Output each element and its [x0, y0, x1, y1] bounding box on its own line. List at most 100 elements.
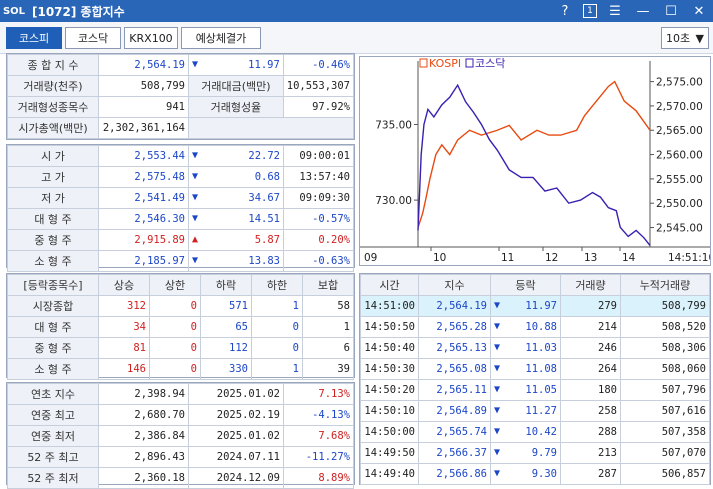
breadth-label: 대 형 주	[7, 316, 99, 338]
ticks-header: 등락	[490, 274, 561, 296]
tab-expected-price[interactable]: 예상체결가	[181, 27, 261, 49]
tick-row[interactable]: 14:50:40 2,565.13 ▼ 11.03 246 508,306	[360, 337, 710, 359]
price-row: 시 가 2,553.44 ▼ 22.72 09:00:01	[7, 145, 354, 167]
breadth-header: [등락종목수]	[7, 274, 99, 296]
price-value: 2,185.97	[98, 250, 189, 272]
intraday-chart: 735.00 730.00 2,575.00 2,570.00 2,565.00 2,56…	[359, 56, 713, 266]
yearly-row: 52 주 최저 2,360.18 2024.12.09 8.89%	[7, 467, 354, 489]
breadth-row: 대 형 주 34 0 65 0 1	[7, 316, 354, 338]
tick-row[interactable]: 14:49:40 2,566.86 ▼ 9.30 287 506,857	[360, 463, 710, 485]
tick-row[interactable]: 14:51:00 2,564.19 ▼ 11.97 279 508,799	[360, 295, 710, 317]
breadth-row: 시장종합 312 0 571 1 58	[7, 295, 354, 317]
tick-index: 2,565.28	[418, 316, 491, 338]
tick-volume: 288	[560, 421, 621, 443]
price-change: ▼ 14.51	[188, 208, 284, 230]
yearly-date: 2024.07.11	[188, 446, 284, 468]
breadth-panel: [등락종목수] 상승 상한 하락 하한 보합 시장종합 312 0 571 1 58 대 형 주 34 0 6…	[6, 273, 355, 380]
tab-krx100[interactable]: KRX100	[124, 27, 178, 49]
price-label: 대 형 주	[7, 208, 99, 230]
menu-icon[interactable]: ☰	[605, 2, 625, 20]
down-arrow-icon: ▼	[494, 426, 501, 437]
chevron-down-icon: ▼	[695, 31, 704, 45]
tick-cum-volume: 507,070	[620, 442, 710, 464]
declining-count: 112	[200, 337, 252, 359]
right-tick-label: 2,575.00	[656, 77, 703, 89]
left-tick-label: 735.00	[375, 119, 412, 131]
yearly-rate: -11.27%	[283, 446, 354, 468]
price-change: ▼ 34.67	[188, 187, 284, 209]
tick-index: 2,565.08	[418, 358, 491, 380]
tick-row[interactable]: 14:49:50 2,566.37 ▼ 9.79 213 507,070	[360, 442, 710, 464]
tick-row[interactable]: 14:50:30 2,565.08 ▼ 11.08 264 508,060	[360, 358, 710, 380]
chart-svg: 735.00 730.00 2,575.00 2,570.00 2,565.00 2,56…	[360, 57, 713, 264]
right-tick-label: 2,550.00	[656, 198, 703, 210]
tick-cum-volume: 508,520	[620, 316, 710, 338]
tick-change: ▼ 11.05	[490, 379, 561, 401]
tick-time: 14:51:00	[360, 295, 419, 317]
ticks-header: 거래량	[560, 274, 621, 296]
yearly-label: 52 주 최저	[7, 467, 99, 489]
price-row: 저 가 2,541.49 ▼ 34.67 09:09:30	[7, 187, 354, 209]
tick-volume: 279	[560, 295, 621, 317]
window-title: [1072] 종합지수	[32, 4, 125, 19]
yearly-value: 2,386.84	[98, 425, 189, 447]
close-button[interactable]: ✕	[689, 2, 709, 20]
page-number-button[interactable]: 1	[583, 4, 597, 18]
down-arrow-icon: ▼	[192, 171, 199, 182]
tab-kospi[interactable]: 코스피	[6, 27, 62, 49]
toolbar: 코스피 코스닥 KRX100 예상체결가 10초 ▼	[0, 22, 713, 54]
tick-row[interactable]: 14:50:50 2,565.28 ▼ 10.88 214 508,520	[360, 316, 710, 338]
yearly-row: 52 주 최고 2,896.43 2024.07.11 -11.27%	[7, 446, 354, 468]
minimize-button[interactable]: —	[633, 2, 653, 20]
tick-volume: 264	[560, 358, 621, 380]
breadth-header: 상승	[98, 274, 150, 296]
tick-row[interactable]: 14:50:10 2,564.89 ▼ 11.27 258 507,616	[360, 400, 710, 422]
tick-change: ▼ 10.42	[490, 421, 561, 443]
price-value: 2,541.49	[98, 187, 189, 209]
right-tick-label: 2,560.00	[656, 150, 703, 162]
down-arrow-icon: ▼	[192, 59, 199, 70]
tick-volume: 258	[560, 400, 621, 422]
down-arrow-icon: ▼	[494, 342, 501, 353]
kospi-change: ▼ 11.97	[188, 54, 284, 76]
declining-count: 65	[200, 316, 252, 338]
unchanged-count: 6	[302, 337, 354, 359]
empty-cell	[188, 117, 354, 139]
yearly-date: 2025.01.02	[188, 383, 284, 405]
summary-label: 거래대금(백만)	[188, 75, 284, 97]
breadth-row: 중 형 주 81 0 112 0 6	[7, 337, 354, 359]
right-tick-label: 2,545.00	[656, 223, 703, 235]
tick-volume: 287	[560, 463, 621, 485]
price-change: ▼ 13.83	[188, 250, 284, 272]
summary-label: 시가총액(백만)	[7, 117, 99, 139]
upper-limit-count: 0	[149, 316, 201, 338]
price-row: 대 형 주 2,546.30 ▼ 14.51 -0.57%	[7, 208, 354, 230]
tick-change: ▼ 10.88	[490, 316, 561, 338]
x-tick-label: 14:51:10	[668, 252, 710, 264]
tick-cum-volume: 508,799	[620, 295, 710, 317]
advancing-count: 146	[98, 358, 150, 380]
breadth-label: 시장종합	[7, 295, 99, 317]
tick-row[interactable]: 14:50:20 2,565.11 ▼ 11.05 180 507,796	[360, 379, 710, 401]
declining-count: 330	[200, 358, 252, 380]
breadth-header: 하락	[200, 274, 252, 296]
market-cap-value: 2,302,361,164	[98, 117, 189, 139]
ticks-header: 지수	[418, 274, 491, 296]
x-tick-label: 10	[433, 252, 446, 264]
lower-limit-count: 0	[251, 337, 303, 359]
tick-row[interactable]: 14:50:00 2,565.74 ▼ 10.42 288 507,358	[360, 421, 710, 443]
lower-limit-count: 1	[251, 358, 303, 380]
up-arrow-icon: ▲	[192, 234, 199, 245]
tick-cum-volume: 508,060	[620, 358, 710, 380]
help-button[interactable]: ?	[555, 2, 575, 20]
price-panel: 시 가 2,553.44 ▼ 22.72 09:00:01 고 가 2,575.48 ▼ 0.6…	[6, 144, 355, 272]
kospi-legend-swatch	[419, 58, 428, 68]
down-arrow-icon: ▼	[494, 321, 501, 332]
tick-index: 2,565.13	[418, 337, 491, 359]
price-time-or-rate: 09:00:01	[283, 145, 354, 167]
tab-kosdaq[interactable]: 코스닥	[65, 27, 121, 49]
maximize-button[interactable]: ☐	[661, 2, 681, 20]
ticks-header: 시간	[360, 274, 419, 296]
interval-select[interactable]: 10초 ▼	[661, 27, 709, 49]
breadth-header: 보합	[302, 274, 354, 296]
